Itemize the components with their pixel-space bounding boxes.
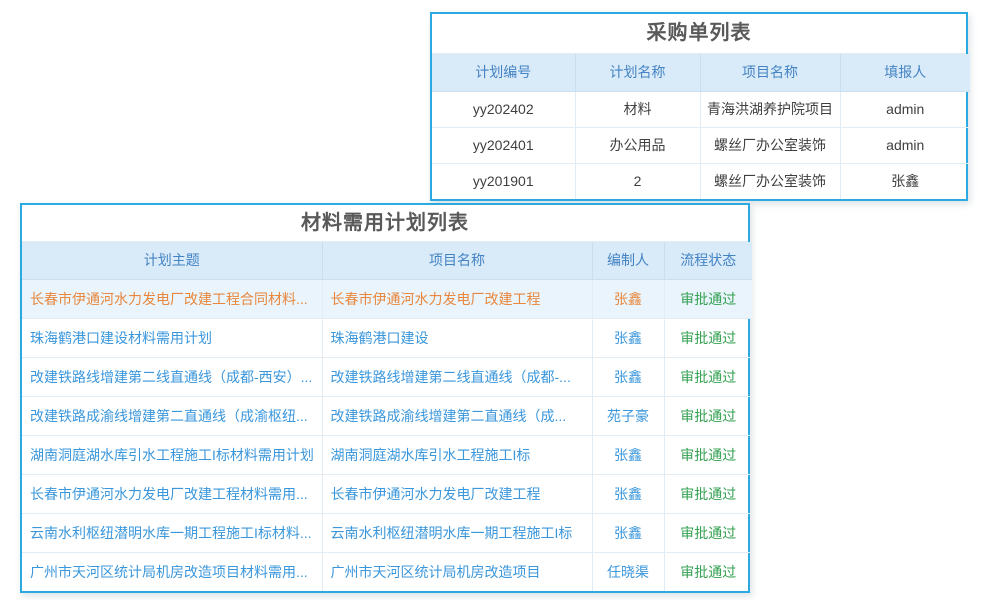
cell-status: 审批通过 — [664, 279, 752, 318]
column-header-status: 流程状态 — [664, 242, 752, 279]
cell-compiler[interactable]: 张鑫 — [592, 513, 664, 552]
material-plan-list-table: 计划主题项目名称编制人流程状态 长春市伊通河水力发电厂改建工程合同材料...长春… — [22, 242, 752, 591]
table-row[interactable]: 长春市伊通河水力发电厂改建工程材料需用...长春市伊通河水力发电厂改建工程张鑫审… — [22, 474, 752, 513]
material-plan-list-title: 材料需用计划列表 — [22, 205, 748, 242]
cell-plan_subject[interactable]: 改建铁路线增建第二线直通线（成都-西安）... — [22, 357, 322, 396]
table-row[interactable]: 改建铁路成渝线增建第二直通线（成渝枢纽...改建铁路成渝线增建第二直通线（成..… — [22, 396, 752, 435]
header-row: 计划编号计划名称项目名称填报人 — [432, 54, 970, 91]
table-row[interactable]: yy202402材料青海洪湖养护院项目admin — [432, 91, 970, 127]
cell-plan_no: yy201901 — [432, 163, 575, 199]
cell-plan_subject[interactable]: 珠海鹤港口建设材料需用计划 — [22, 318, 322, 357]
cell-plan_subject[interactable]: 云南水利枢纽潜明水库一期工程施工I标材料... — [22, 513, 322, 552]
cell-compiler[interactable]: 张鑫 — [592, 435, 664, 474]
cell-project_name[interactable]: 广州市天河区统计局机房改造项目 — [322, 552, 592, 591]
column-header-plan_subject: 计划主题 — [22, 242, 322, 279]
cell-compiler[interactable]: 苑子豪 — [592, 396, 664, 435]
column-header-reporter: 填报人 — [840, 54, 970, 91]
cell-status: 审批通过 — [664, 474, 752, 513]
cell-project_name[interactable]: 云南水利枢纽潜明水库一期工程施工I标 — [322, 513, 592, 552]
cell-compiler[interactable]: 张鑫 — [592, 357, 664, 396]
cell-project_name[interactable]: 长春市伊通河水力发电厂改建工程 — [322, 279, 592, 318]
cell-plan_no: yy202401 — [432, 127, 575, 163]
table-row[interactable]: 改建铁路线增建第二线直通线（成都-西安）...改建铁路线增建第二线直通线（成都-… — [22, 357, 752, 396]
column-header-plan_no: 计划编号 — [432, 54, 575, 91]
cell-plan_subject[interactable]: 广州市天河区统计局机房改造项目材料需用... — [22, 552, 322, 591]
cell-reporter: 张鑫 — [840, 163, 970, 199]
purchase-list-card: 采购单列表 计划编号计划名称项目名称填报人 yy202402材料青海洪湖养护院项… — [430, 12, 968, 201]
cell-status: 审批通过 — [664, 318, 752, 357]
cell-project_name: 螺丝厂办公室装饰 — [700, 127, 840, 163]
cell-compiler[interactable]: 任晓渠 — [592, 552, 664, 591]
cell-plan_subject[interactable]: 长春市伊通河水力发电厂改建工程合同材料... — [22, 279, 322, 318]
cell-project_name[interactable]: 改建铁路线增建第二线直通线（成都-... — [322, 357, 592, 396]
cell-plan_subject[interactable]: 湖南洞庭湖水库引水工程施工I标材料需用计划 — [22, 435, 322, 474]
cell-plan_no: yy202402 — [432, 91, 575, 127]
cell-reporter: admin — [840, 91, 970, 127]
table-row[interactable]: yy202401办公用品螺丝厂办公室装饰admin — [432, 127, 970, 163]
cell-project_name[interactable]: 改建铁路成渝线增建第二直通线（成... — [322, 396, 592, 435]
table-row[interactable]: yy2019012螺丝厂办公室装饰张鑫 — [432, 163, 970, 199]
purchase-list-header: 计划编号计划名称项目名称填报人 — [432, 54, 970, 91]
purchase-list-table: 计划编号计划名称项目名称填报人 yy202402材料青海洪湖养护院项目admin… — [432, 54, 970, 199]
cell-status: 审批通过 — [664, 513, 752, 552]
purchase-list-title: 采购单列表 — [432, 14, 966, 54]
cell-project_name[interactable]: 湖南洞庭湖水库引水工程施工I标 — [322, 435, 592, 474]
column-header-compiler: 编制人 — [592, 242, 664, 279]
cell-reporter: admin — [840, 127, 970, 163]
cell-plan_name: 2 — [575, 163, 700, 199]
column-header-project_name: 项目名称 — [322, 242, 592, 279]
header-row: 计划主题项目名称编制人流程状态 — [22, 242, 752, 279]
table-row[interactable]: 湖南洞庭湖水库引水工程施工I标材料需用计划湖南洞庭湖水库引水工程施工I标张鑫审批… — [22, 435, 752, 474]
purchase-list-body: yy202402材料青海洪湖养护院项目adminyy202401办公用品螺丝厂办… — [432, 91, 970, 199]
cell-compiler[interactable]: 张鑫 — [592, 279, 664, 318]
material-plan-list-body: 长春市伊通河水力发电厂改建工程合同材料...长春市伊通河水力发电厂改建工程张鑫审… — [22, 279, 752, 591]
cell-plan_subject[interactable]: 改建铁路成渝线增建第二直通线（成渝枢纽... — [22, 396, 322, 435]
material-plan-list-header: 计划主题项目名称编制人流程状态 — [22, 242, 752, 279]
cell-project_name[interactable]: 珠海鹤港口建设 — [322, 318, 592, 357]
cell-plan_subject[interactable]: 长春市伊通河水力发电厂改建工程材料需用... — [22, 474, 322, 513]
cell-status: 审批通过 — [664, 357, 752, 396]
material-plan-list-card: 材料需用计划列表 计划主题项目名称编制人流程状态 长春市伊通河水力发电厂改建工程… — [20, 203, 750, 593]
table-row[interactable]: 云南水利枢纽潜明水库一期工程施工I标材料...云南水利枢纽潜明水库一期工程施工I… — [22, 513, 752, 552]
cell-plan_name: 办公用品 — [575, 127, 700, 163]
cell-status: 审批通过 — [664, 396, 752, 435]
table-row[interactable]: 珠海鹤港口建设材料需用计划珠海鹤港口建设张鑫审批通过 — [22, 318, 752, 357]
table-row[interactable]: 广州市天河区统计局机房改造项目材料需用...广州市天河区统计局机房改造项目任晓渠… — [22, 552, 752, 591]
cell-compiler[interactable]: 张鑫 — [592, 318, 664, 357]
cell-project_name: 青海洪湖养护院项目 — [700, 91, 840, 127]
column-header-plan_name: 计划名称 — [575, 54, 700, 91]
cell-plan_name: 材料 — [575, 91, 700, 127]
cell-compiler[interactable]: 张鑫 — [592, 474, 664, 513]
cell-project_name[interactable]: 长春市伊通河水力发电厂改建工程 — [322, 474, 592, 513]
cell-status: 审批通过 — [664, 552, 752, 591]
cell-status: 审批通过 — [664, 435, 752, 474]
table-row[interactable]: 长春市伊通河水力发电厂改建工程合同材料...长春市伊通河水力发电厂改建工程张鑫审… — [22, 279, 752, 318]
cell-project_name: 螺丝厂办公室装饰 — [700, 163, 840, 199]
column-header-project_name: 项目名称 — [700, 54, 840, 91]
